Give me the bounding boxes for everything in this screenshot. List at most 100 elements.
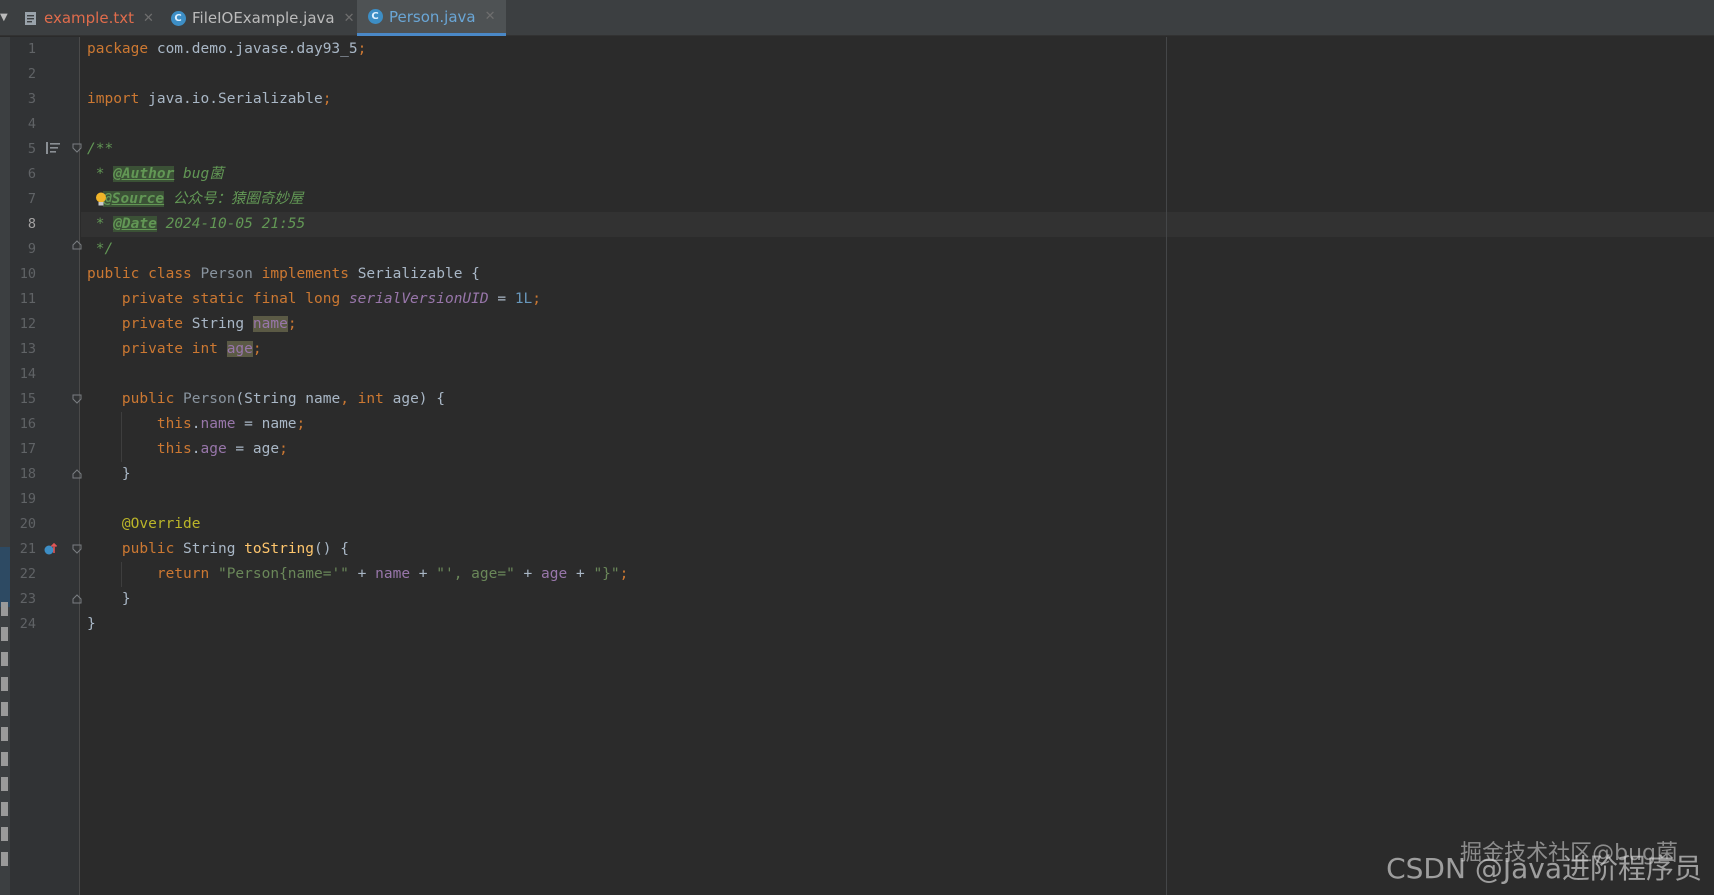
package-name: com.demo.javase.day93_5: [148, 41, 358, 57]
line-number: 18: [19, 466, 36, 482]
code-line: @Override: [87, 514, 201, 534]
tool-window-button[interactable]: [1, 727, 8, 741]
line-number: 14: [19, 366, 36, 382]
line-number: 23: [19, 591, 36, 607]
keyword: int: [357, 391, 384, 407]
tool-window-button[interactable]: [1, 627, 8, 641]
code-line: this.age = age;: [87, 439, 288, 459]
semicolon: ;: [357, 41, 367, 57]
line-number: 5: [27, 141, 36, 157]
doc-comment-close: */: [87, 241, 114, 257]
code-line: }: [87, 464, 131, 484]
line-number-current: 8: [27, 216, 36, 232]
annotation: @Override: [121, 516, 201, 532]
javadoc-tag: @Date: [113, 216, 157, 232]
java-class-icon: C: [170, 10, 186, 26]
field-ref: age: [541, 566, 568, 582]
tool-window-button[interactable]: [1, 852, 8, 866]
keyword: implements: [261, 266, 349, 282]
left-tool-strip: [0, 37, 10, 895]
doc-text: 公众号：猿圈奇妙屋: [164, 191, 304, 207]
line-number: 7: [27, 191, 36, 207]
line-number: 16: [19, 416, 36, 432]
code-line-current: * @Date 2024-10-05 21:55: [87, 214, 305, 234]
field-name-highlighted: age: [226, 341, 253, 357]
line-number: 21: [19, 541, 36, 557]
keyword: int: [191, 341, 218, 357]
semicolon: ;: [287, 316, 297, 332]
override-method-icon[interactable]: [43, 542, 59, 556]
method-name: toString: [244, 541, 315, 557]
editor-tab-bar: ▼ example.txt ✕ C FileIOExample.java ✕ C…: [0, 0, 1714, 36]
rendered-doc-toggle-icon[interactable]: [46, 142, 60, 154]
javadoc-tag: @Author: [113, 166, 175, 182]
right-margin-guide: [1166, 37, 1167, 895]
doc-text: bug菌: [174, 166, 224, 182]
tool-window-button[interactable]: [1, 752, 8, 766]
brace: {: [462, 266, 480, 282]
dot: .: [191, 416, 201, 432]
line-number: 13: [19, 341, 36, 357]
tab-label: Person.java: [389, 7, 476, 26]
lightbulb-icon[interactable]: [95, 192, 107, 207]
tool-window-button[interactable]: [1, 652, 8, 666]
keyword: private: [121, 291, 184, 307]
parens: (): [314, 541, 332, 557]
code-line: public class Person implements Serializa…: [87, 264, 480, 284]
class-name: Person: [200, 266, 253, 282]
brace: {: [427, 391, 445, 407]
operator: =: [488, 291, 515, 307]
tab-person-java[interactable]: C Person.java ✕: [357, 0, 506, 36]
assignment: = name: [235, 416, 297, 432]
semicolon: ;: [279, 441, 288, 457]
close-icon[interactable]: ✕: [344, 11, 355, 26]
dot: .: [191, 441, 201, 457]
type-name: String: [191, 316, 245, 332]
tab-list-dropdown-icon[interactable]: ▼: [0, 12, 10, 24]
tab-label: example.txt: [44, 9, 134, 27]
tool-window-button[interactable]: [1, 677, 8, 691]
tab-fileioexample-java[interactable]: C FileIOExample.java ✕: [170, 0, 355, 36]
doc-comment-open: /**: [87, 141, 114, 157]
line-number: 10: [19, 266, 36, 282]
comma: ,: [340, 391, 358, 407]
field-ref: age: [200, 441, 227, 457]
brace: }: [121, 466, 131, 482]
operator: +: [514, 566, 542, 582]
tool-window-button[interactable]: [1, 827, 8, 841]
tool-window-button[interactable]: [1, 777, 8, 791]
line-number-gutter[interactable]: 1 2 3 4 5 6 7 8 9 10 11 12 13 14 15 16 1…: [10, 37, 82, 895]
static-field: serialVersionUID: [348, 291, 489, 307]
tool-window-button[interactable]: [1, 802, 8, 816]
field-ref: name: [200, 416, 236, 432]
import-path: java.io.Serializable: [139, 91, 323, 107]
code-editor[interactable]: package com.demo.javase.day93_5; import …: [81, 37, 1714, 895]
tool-window-selected: [0, 547, 10, 607]
code-line: private static final long serialVersionU…: [87, 289, 541, 309]
close-icon[interactable]: ✕: [143, 11, 154, 26]
tab-example-txt[interactable]: example.txt ✕: [22, 0, 154, 36]
code-line: package com.demo.javase.day93_5;: [87, 39, 366, 59]
doc-star: *: [87, 216, 114, 232]
code-line: public String toString() {: [87, 539, 349, 559]
type-name: String: [183, 541, 236, 557]
close-icon[interactable]: ✕: [485, 9, 496, 24]
code-line: return "Person{name='" + name + "', age=…: [87, 564, 629, 584]
line-number: 22: [19, 566, 36, 582]
code-line: }: [87, 614, 96, 634]
keyword: public: [121, 541, 175, 557]
string-literal: "}": [593, 566, 620, 582]
keyword: class: [148, 266, 192, 282]
operator: +: [348, 566, 376, 582]
semicolon: ;: [296, 416, 306, 432]
keyword: public: [87, 266, 140, 282]
keyword: this: [156, 441, 192, 457]
tool-window-button[interactable]: [1, 702, 8, 716]
keyword: import: [87, 91, 140, 107]
caret-row-highlight: [81, 212, 1714, 237]
tool-window-button[interactable]: [1, 602, 8, 616]
keyword: private: [121, 341, 184, 357]
line-number: 1: [27, 41, 36, 57]
number-literal: 1L: [514, 291, 533, 307]
line-number: 4: [27, 116, 36, 132]
